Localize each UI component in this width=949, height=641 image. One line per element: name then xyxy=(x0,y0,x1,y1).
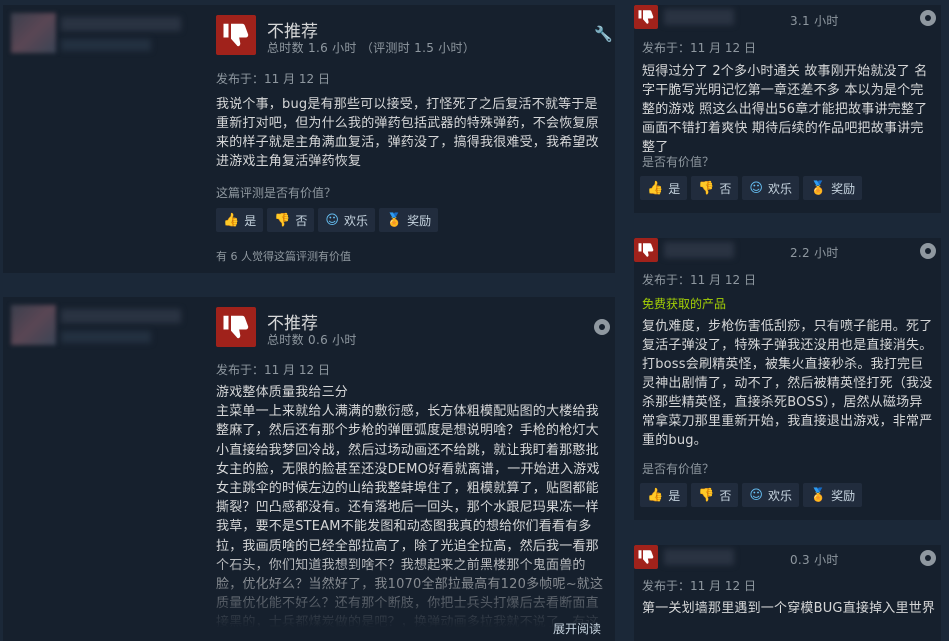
review-text: 复仇难度，步枪伤害低刮痧，只有喷子能用。死了复活子弹没了，特殊子弹我还没用也是直… xyxy=(642,319,933,448)
vote-buttons: 👍 是 👎 否 ☺ 欢乐 🏅 奖励 xyxy=(640,176,863,200)
steam-icon xyxy=(920,10,936,26)
thumbs-up-icon: 👍 xyxy=(647,180,664,196)
vote-buttons: 👍 是 👎 否 ☺ 欢乐 🏅 奖励 xyxy=(216,208,439,232)
review-date: 发布于：11 月 12 日 xyxy=(642,41,756,55)
review-hours: 总时数 1.6 小时 （评测时 1.5 小时） xyxy=(267,41,476,55)
thumbs-down-icon: 👎 xyxy=(698,180,715,196)
vote-funny-button[interactable]: ☺ 欢乐 xyxy=(742,176,799,200)
thumbs-down-icon xyxy=(634,545,658,569)
review-date: 发布于：11 月 12 日 xyxy=(216,363,330,377)
thumbs-down-icon: 👎 xyxy=(274,212,291,228)
read-more-link[interactable]: 展开阅读 xyxy=(553,620,601,637)
award-button[interactable]: 🏅 奖励 xyxy=(802,176,863,200)
award-button[interactable]: 🏅 奖励 xyxy=(802,483,863,507)
text-fade xyxy=(3,551,615,641)
author-avatar-blurred[interactable] xyxy=(3,5,203,85)
helpful-question: 是否有价值？ xyxy=(642,155,715,169)
steam-icon xyxy=(920,550,936,566)
key-icon: 🔧 xyxy=(594,25,613,43)
review-card: 2.2 小时 发布于：11 月 12 日 免费获取的产品 复仇难度，步枪伤害低刮… xyxy=(634,238,941,520)
thumbs-down-icon xyxy=(634,5,658,29)
vote-no-button[interactable]: 👎 否 xyxy=(267,208,315,232)
vote-funny-button[interactable]: ☺ 欢乐 xyxy=(318,208,375,232)
smile-icon: ☺ xyxy=(749,180,763,196)
review-card: 不推荐 总时数 0.6 小时 发布于：11 月 12 日 游戏整体质量我给三分 … xyxy=(3,297,615,641)
review-date: 发布于：11 月 12 日 xyxy=(642,579,756,593)
review-card: 不推荐 总时数 1.6 小时 （评测时 1.5 小时） 🔧 发布于：11 月 1… xyxy=(3,5,615,273)
author-name-blurred[interactable] xyxy=(664,9,734,25)
award-button[interactable]: 🏅 奖励 xyxy=(378,208,439,232)
review-text: 我说个事，bug是有那些可以接受，打怪死了之后复活不就等于是重新打对吧，但为什么… xyxy=(216,97,599,169)
vote-yes-button[interactable]: 👍 是 xyxy=(216,208,264,232)
vote-yes-button[interactable]: 👍 是 xyxy=(640,483,688,507)
review-hours: 0.3 小时 xyxy=(790,553,839,567)
review-text: 第一关划墙那里遇到一个穿模BUG直接掉入里世界 xyxy=(642,601,936,616)
review-text: 短得过分了 2个多小时通关 故事刚开始就没了 名字干脆写光明记忆第一章还差不多 … xyxy=(642,64,928,155)
free-product-label: 免费获取的产品 xyxy=(642,297,727,311)
award-icon: 🏅 xyxy=(385,212,403,228)
vote-yes-button[interactable]: 👍 是 xyxy=(640,176,688,200)
author-name-blurred[interactable] xyxy=(664,242,734,258)
review-date: 发布于：11 月 12 日 xyxy=(642,273,756,287)
review-hours: 2.2 小时 xyxy=(790,246,839,260)
smile-icon: ☺ xyxy=(325,212,339,228)
award-icon: 🏅 xyxy=(809,487,827,503)
steam-icon xyxy=(920,243,936,259)
thumbs-down-icon xyxy=(634,238,658,262)
author-name-blurred[interactable] xyxy=(664,549,734,565)
author-avatar-blurred[interactable] xyxy=(3,297,203,377)
smile-icon: ☺ xyxy=(749,487,763,503)
vote-no-button[interactable]: 👎 否 xyxy=(691,483,739,507)
award-icon: 🏅 xyxy=(809,180,827,196)
found-helpful-count: 有 6 人觉得这篇评测有价值 xyxy=(216,250,351,263)
review-date: 发布于：11 月 12 日 xyxy=(216,72,330,86)
vote-funny-button[interactable]: ☺ 欢乐 xyxy=(742,483,799,507)
review-card: 3.1 小时 发布于：11 月 12 日 短得过分了 2个多小时通关 故事刚开始… xyxy=(634,5,941,213)
review-hours: 总时数 0.6 小时 xyxy=(267,333,357,347)
thumbs-down-icon: 👎 xyxy=(698,487,715,503)
thumbs-down-icon xyxy=(216,15,256,55)
vote-no-button[interactable]: 👎 否 xyxy=(691,176,739,200)
vote-buttons: 👍 是 👎 否 ☺ 欢乐 🏅 奖励 xyxy=(640,483,863,507)
steam-icon xyxy=(594,319,610,335)
thumbs-up-icon: 👍 xyxy=(647,487,664,503)
review-card: 0.3 小时 发布于：11 月 12 日 第一关划墙那里遇到一个穿模BUG直接掉… xyxy=(634,545,941,641)
review-hours: 3.1 小时 xyxy=(790,14,839,28)
thumbs-down-icon xyxy=(216,307,256,347)
helpful-question: 是否有价值？ xyxy=(642,462,715,476)
helpful-question: 这篇评测是否有价值？ xyxy=(216,186,337,200)
thumbs-up-icon: 👍 xyxy=(223,212,240,228)
